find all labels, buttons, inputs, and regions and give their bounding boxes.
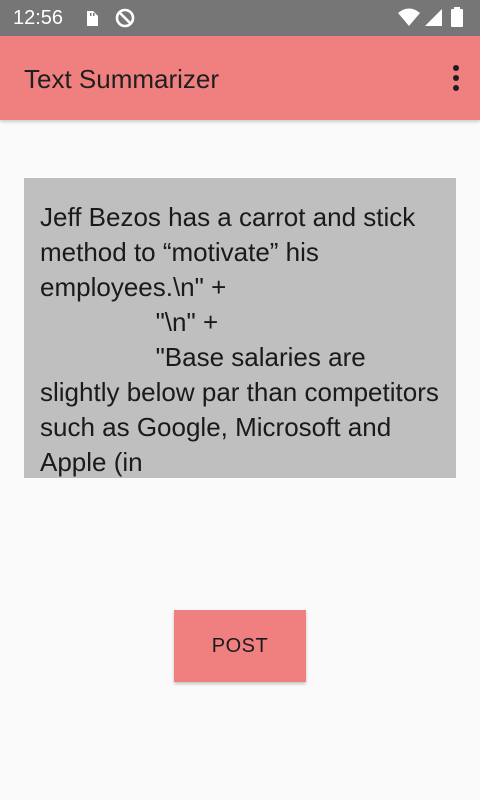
app-title: Text Summarizer (24, 64, 220, 94)
no-sync-icon (115, 8, 135, 28)
battery-icon (451, 7, 463, 27)
text-input[interactable]: Jeff Bezos has a carrot and stick method… (24, 178, 456, 478)
status-time: 12:56 (13, 7, 64, 29)
status-left-icons (84, 8, 140, 28)
status-right-icons (398, 7, 468, 29)
text-input-value: Jeff Bezos has a carrot and stick method… (40, 202, 439, 477)
status-bar: 12:56 (0, 0, 480, 36)
overflow-menu-icon (453, 65, 459, 91)
overflow-menu-button[interactable] (444, 60, 468, 96)
wifi-icon (398, 8, 420, 26)
post-button[interactable]: POST (174, 610, 306, 682)
app-bar: Text Summarizer (0, 36, 480, 120)
screen: 12:56 Text Summarizer Jeff Bezos has a c… (0, 0, 480, 800)
signal-icon (425, 9, 442, 26)
sd-card-icon (87, 11, 98, 26)
